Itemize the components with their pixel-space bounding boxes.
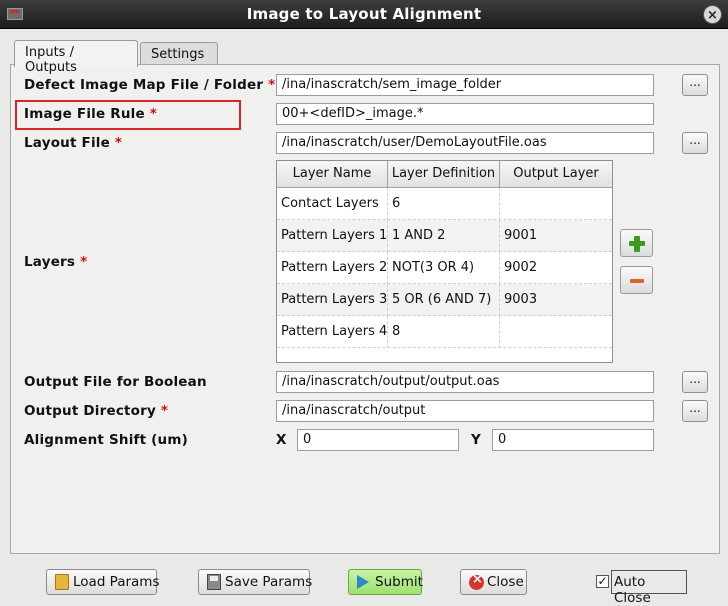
table-row[interactable]: Pattern Layers 4 8 [277, 316, 612, 348]
output-directory-browse-button[interactable]: ... [682, 400, 708, 422]
alignment-shift-label: Alignment Shift (um) [24, 432, 188, 448]
layers-label: Layers * [24, 254, 88, 270]
remove-layer-button[interactable] [620, 266, 653, 294]
output-file-boolean-label: Output File for Boolean [24, 374, 207, 390]
submit-button[interactable]: Submit [348, 569, 423, 595]
output-layer-cell[interactable]: 9003 [500, 284, 612, 316]
defect-image-map-browse-button[interactable]: ... [682, 74, 708, 96]
title-bar[interactable]: Image to Layout Alignment × [0, 0, 728, 29]
output-layer-cell[interactable]: 9001 [500, 220, 612, 252]
layout-file-browse-button[interactable]: ... [682, 132, 708, 154]
layers-table[interactable]: Layer Name Layer Definition Output Layer… [276, 160, 613, 363]
layer-definition-cell[interactable]: 8 [388, 316, 500, 348]
bottom-button-bar: Load Params Save Params Submit Close ✓ A… [0, 556, 728, 606]
output-directory-label: Output Directory * [24, 403, 169, 419]
output-file-boolean-browse-button[interactable]: ... [682, 371, 708, 393]
auto-close-checkbox[interactable]: ✓ [596, 575, 609, 588]
tab-inputs-outputs[interactable]: Inputs / Outputs [14, 40, 138, 75]
minus-icon [630, 279, 644, 283]
layer-name-cell[interactable]: Pattern Layers 3 [277, 284, 388, 316]
shift-x-input[interactable]: 0 [297, 429, 459, 451]
save-params-button[interactable]: Save Params [198, 569, 312, 595]
dialog-window: Image to Layout Alignment × Inputs / Out… [0, 0, 728, 606]
table-row[interactable]: Pattern Layers 1 1 AND 2 9001 [277, 220, 612, 252]
layout-file-label: Layout File * [24, 135, 123, 151]
folder-icon [55, 574, 69, 590]
output-layer-cell[interactable] [500, 188, 612, 220]
required-mark: * [114, 135, 123, 151]
table-row[interactable]: Contact Layers 6 [277, 188, 612, 220]
add-layer-button[interactable] [620, 229, 653, 257]
column-header-output-layer[interactable]: Output Layer [500, 161, 612, 188]
layer-definition-cell[interactable]: 6 [388, 188, 500, 220]
table-row[interactable]: Pattern Layers 3 5 OR (6 AND 7) 9003 [277, 284, 612, 316]
defect-image-map-label: Defect Image Map File / Folder * [24, 77, 276, 93]
output-file-boolean-input[interactable]: /ina/inascratch/output/output.oas [276, 371, 654, 393]
save-icon [207, 574, 221, 590]
table-row[interactable]: Pattern Layers 2 NOT(3 OR 4) 9002 [277, 252, 612, 284]
load-params-button[interactable]: Load Params [46, 569, 160, 595]
layer-definition-cell[interactable]: 1 AND 2 [388, 220, 500, 252]
layer-name-cell[interactable]: Pattern Layers 1 [277, 220, 388, 252]
layer-name-cell[interactable]: Pattern Layers 2 [277, 252, 388, 284]
inputs-outputs-panel: Defect Image Map File / Folder * /ina/in… [10, 64, 720, 554]
column-header-layer-name[interactable]: Layer Name [277, 161, 388, 188]
layer-definition-cell[interactable]: 5 OR (6 AND 7) [388, 284, 500, 316]
close-button[interactable]: Close [460, 569, 527, 595]
window-close-icon[interactable]: × [703, 5, 722, 24]
column-header-layer-definition[interactable]: Layer Definition [388, 161, 500, 188]
window-title: Image to Layout Alignment [246, 5, 482, 23]
required-mark: * [149, 106, 158, 122]
layer-definition-cell[interactable]: NOT(3 OR 4) [388, 252, 500, 284]
defect-image-map-input[interactable]: /ina/inascratch/sem_image_folder [276, 74, 654, 96]
auto-close-label[interactable]: Auto Close [611, 570, 687, 606]
layout-file-input[interactable]: /ina/inascratch/user/DemoLayoutFile.oas [276, 132, 654, 154]
required-mark: * [80, 254, 88, 270]
output-directory-input[interactable]: /ina/inascratch/output [276, 400, 654, 422]
shift-y-input[interactable]: 0 [492, 429, 654, 451]
required-mark: * [160, 403, 169, 419]
close-circle-icon [469, 572, 484, 590]
output-layer-cell[interactable] [500, 316, 612, 348]
image-file-rule-label: Image File Rule * [24, 106, 158, 122]
submit-arrow-icon [357, 575, 369, 589]
shift-x-label: X [276, 432, 287, 448]
layer-name-cell[interactable]: Contact Layers [277, 188, 388, 220]
shift-y-label: Y [471, 432, 481, 448]
required-mark: * [268, 77, 276, 93]
output-layer-cell[interactable]: 9002 [500, 252, 612, 284]
image-file-rule-input[interactable]: 00+<defID>_image.* [276, 103, 654, 125]
layer-name-cell[interactable]: Pattern Layers 4 [277, 316, 388, 348]
